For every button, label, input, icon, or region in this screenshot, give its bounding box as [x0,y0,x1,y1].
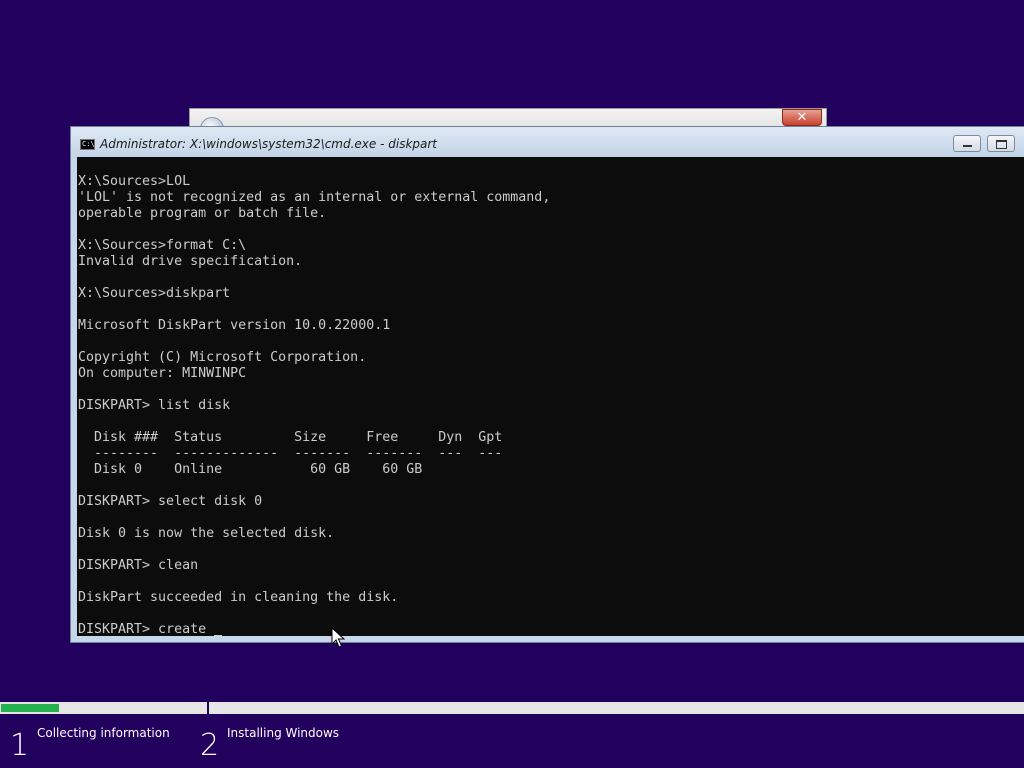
console-text: X:\Sources>LOL 'LOL' is not recognized as… [77,157,1024,636]
step-number: 2 [200,728,220,763]
console-line: On computer: MINWINPC [78,366,247,381]
console-output[interactable]: X:\Sources>LOL 'LOL' is not recognized as… [77,157,1024,636]
step-number: 1 [10,728,30,763]
console-prompt-text: DISKPART> create [78,622,215,636]
console-line: Disk ### Status Size Free Dyn Gpt [78,430,503,445]
console-line: Copyright (C) Microsoft Corporation. [78,350,367,365]
console-line: Disk 0 Online 60 GB 60 GB [78,462,423,477]
cmd-icon[interactable]: C:\ [80,139,95,150]
console-line: DiskPart succeeded in cleaning the disk. [78,590,399,605]
mouse-pointer-icon [331,627,345,648]
cmd-window[interactable]: C:\ Administrator: X:\windows\system32\c… [70,126,1024,643]
console-line: Microsoft DiskPart version 10.0.22000.1 [78,318,391,333]
console-line: Invalid drive specification. [78,254,303,269]
console-line: DISKPART> clean [78,558,199,573]
console-line: Disk 0 is now the selected disk. [78,526,335,541]
setup-close-button[interactable]: ✕ [782,109,822,126]
console-line: X:\Sources>format C:\ [78,238,247,253]
console-line: X:\Sources>LOL [78,174,191,189]
console-line: DISKPART> list disk [78,398,231,413]
console-line: X:\Sources>diskpart [78,286,231,301]
console-line: -------- ------------- ------- ------- -… [78,446,503,461]
progress-divider [207,700,209,716]
collecting-progress-segment [0,702,208,714]
console-line: operable program or batch file. [78,206,327,221]
cmd-window-title: Administrator: X:\windows\system32\cmd.e… [100,137,438,151]
maximize-button[interactable] [987,135,1015,152]
console-prompt-line[interactable]: DISKPART> create [78,622,1024,636]
console-line: DISKPART> select disk 0 [78,494,263,509]
step-label: Installing Windows [227,726,340,740]
step-label: Collecting information [37,726,170,740]
text-cursor [214,635,223,636]
collecting-progress-fill [1,704,59,712]
console-line: 'LOL' is not recognized as an internal o… [78,190,551,205]
minimize-button[interactable] [953,135,981,152]
cmd-title-bar[interactable]: C:\ Administrator: X:\windows\system32\c… [71,127,1024,157]
